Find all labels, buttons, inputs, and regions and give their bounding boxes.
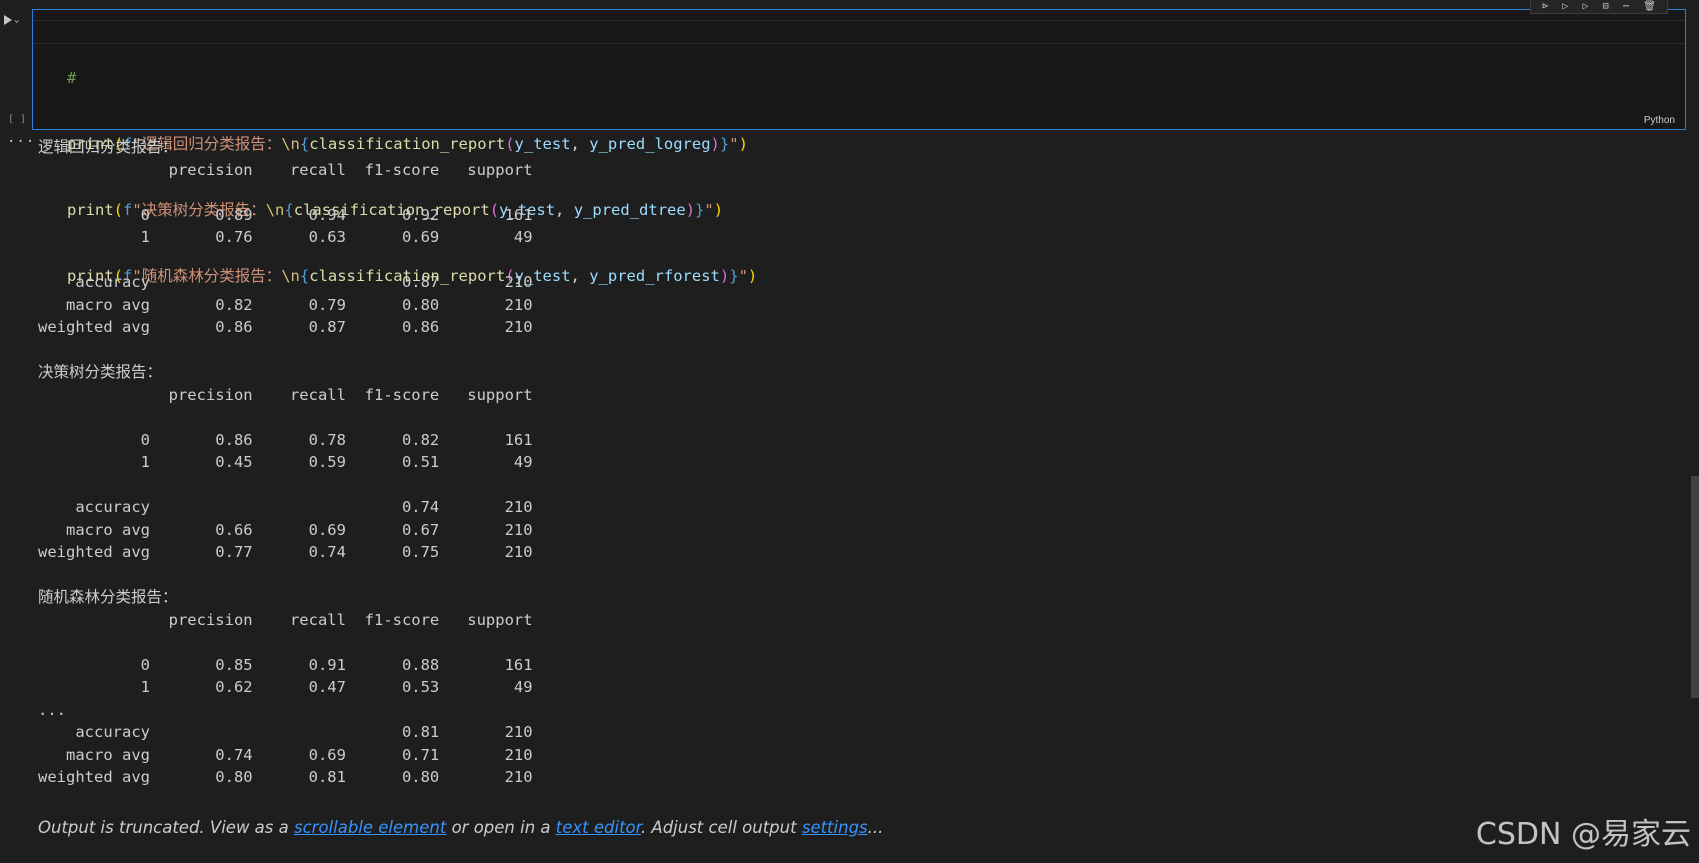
cell-output: 逻辑回归分类报告： precision recall f1-score supp…	[38, 136, 938, 789]
output-line: macro avg 0.74 0.69 0.71 210	[38, 745, 533, 764]
output-line: weighted avg 0.86 0.87 0.86 210	[38, 318, 533, 336]
scrollable-element-link[interactable]: scrollable element	[294, 818, 446, 837]
output-line: accuracy 0.87 210	[38, 273, 533, 291]
cell-toolbar: ⊳ ▷ ▷ ⊟ ⋯ 🗑	[1530, 0, 1668, 14]
output-line: macro avg 0.66 0.69 0.67 210	[38, 520, 533, 539]
run-cell-button[interactable]: ⌄	[4, 12, 28, 28]
execute-above-icon[interactable]: ▷	[1562, 1, 1568, 12]
output-line: 随机森林分类报告：	[38, 588, 178, 606]
delete-icon[interactable]: 🗑	[1643, 1, 1656, 12]
language-badge[interactable]: Python	[1644, 115, 1675, 126]
output-line: 1 0.45 0.59 0.51 49	[38, 453, 533, 471]
play-icon	[4, 15, 12, 25]
split-cell-icon[interactable]: ⊟	[1603, 1, 1609, 12]
code-line-1: #	[67, 69, 77, 87]
truncated-notice: Output is truncated. View as a scrollabl…	[38, 818, 884, 837]
output-menu-icon[interactable]: ···	[7, 134, 35, 150]
run-by-line-icon[interactable]: ⊳	[1542, 1, 1548, 12]
code-cell[interactable]: # print(f"逻辑回归分类报告：\n{classification_rep…	[32, 9, 1686, 285]
more-icon[interactable]: ⋯	[1623, 1, 1629, 12]
chevron-down-icon[interactable]: ⌄	[14, 15, 19, 25]
vertical-scrollbar[interactable]	[1691, 476, 1699, 698]
output-line: 1 0.62 0.47 0.53 49	[38, 678, 533, 696]
output-line: 0 0.89 0.94 0.92 161	[38, 205, 533, 224]
output-line: accuracy 0.74 210	[38, 498, 533, 516]
output-line: weighted avg 0.80 0.81 0.80 210	[38, 768, 533, 786]
output-line: weighted avg 0.77 0.74 0.75 210	[38, 543, 533, 561]
execute-below-icon[interactable]: ▷	[1583, 1, 1589, 12]
output-line: 0 0.86 0.78 0.82 161	[38, 430, 533, 449]
output-line: precision recall f1-score support	[38, 160, 533, 179]
settings-link[interactable]: settings	[802, 818, 868, 837]
output-line: precision recall f1-score support	[38, 610, 533, 629]
watermark: CSDN @易家云	[1475, 817, 1691, 852]
text-editor-link[interactable]: text editor	[556, 818, 641, 837]
output-line: 0 0.85 0.91 0.88 161	[38, 655, 533, 674]
output-line: 逻辑回归分类报告：	[38, 138, 178, 156]
output-line: 决策树分类报告：	[38, 363, 163, 381]
output-line: accuracy 0.81 210	[38, 723, 533, 741]
execution-count: [ ]	[8, 114, 27, 125]
output-line: precision recall f1-score support	[38, 385, 533, 404]
output-line: ...	[38, 700, 66, 719]
output-line: 1 0.76 0.63 0.69 49	[38, 228, 533, 246]
output-line: macro avg 0.82 0.79 0.80 210	[38, 295, 533, 314]
